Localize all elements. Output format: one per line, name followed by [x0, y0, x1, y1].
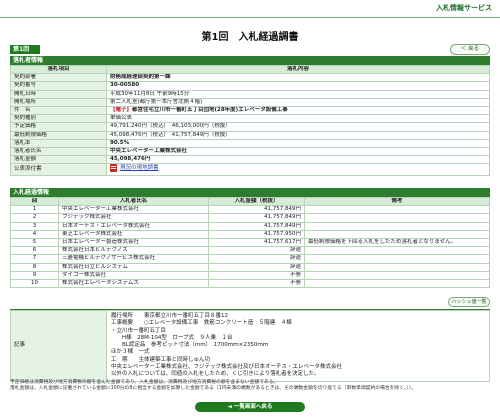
table-row: 件 名【電子】都営住宅立川市一番町五丁目団地(28年度)エレベータ設備工事: [10, 105, 490, 116]
table-header-row: 回 入札者氏名 入札金額（税抜） 備考: [10, 196, 490, 207]
back-to-list-button[interactable]: ◄ 一覧画面へ戻る: [195, 402, 305, 412]
row-label: 契約種別: [10, 114, 107, 124]
row-label: 公表添付書: [10, 163, 107, 177]
row-label: 予定価格: [10, 122, 107, 132]
section-winner-info: 落札者情報: [10, 56, 490, 65]
col-note: 備考: [304, 196, 490, 207]
row-value: 45,098,476円: [106, 155, 490, 165]
row-value: 45,098,476円（税込） 41,757,849円（税抜）: [106, 130, 490, 140]
bid-table: 回 入札者氏名 入札金額（税抜） 備考 1 中央エレベーター工業株式会社 41,75…: [10, 196, 490, 289]
table-row: 8 株式会社日立ビルシステム 辞退: [10, 262, 490, 272]
round-tab[interactable]: 第1回: [10, 45, 40, 54]
pdf-attachment-link[interactable]: 現況の現地調書: [110, 164, 159, 173]
table-header-row: 落札項目 落札内容: [10, 64, 490, 75]
table-row: 6 株式会社日本ビルテクノス 辞退: [10, 246, 490, 256]
col-bidder: 入札者氏名: [58, 196, 209, 207]
table-row: 落札者氏名 中央エレベーター工業株式会社: [10, 146, 490, 157]
table-row: 9 ダイコー株式会社 不参: [10, 270, 490, 280]
table-row: 3 日本オーチス・エレベータ株式会社 41,757,849円: [10, 221, 490, 231]
row-value: 90.5%: [106, 138, 490, 148]
table-row: 2 フジテック株式会社 41,757,849円: [10, 213, 490, 223]
row-value: 平成30年11月8日 午前9時15分: [106, 89, 490, 99]
page-title: 第1回 入札経過調書: [201, 32, 299, 43]
table-row: 契約部署 財務局経理部契約第一課: [10, 73, 490, 83]
row-value: 【電子】都営住宅立川市一番町五丁目団地(28年度)エレベータ設備工事: [106, 105, 490, 116]
table-row: 5 日本エレベーター製造株式会社 41,757,617円 最低制限価格を下回る入札をし…: [10, 237, 490, 248]
table-row: 10 株式会社エレベータシステムズ 不参: [10, 278, 490, 289]
row-label: 契約部署: [10, 73, 107, 83]
row-value: 単価公表: [106, 114, 490, 124]
col-round: 回: [10, 196, 59, 207]
table-row: 契約番号 30-00580: [10, 81, 490, 91]
table-row: 4 東芝エレベータ株式会社 41,757,950円: [10, 229, 490, 239]
table-row: 最低制限価格 45,098,476円（税込） 41,757,849円（税抜）: [10, 130, 490, 140]
notes-row: 記事 履行場所 東京都立川市一番町五丁目８番12 工事概要 ○エレベータ設備工事…: [10, 310, 490, 382]
row-label: 開札場所: [10, 97, 107, 107]
table-row: 公表添付書 現況の現地調書: [10, 163, 490, 177]
notes-content: 履行場所 東京都立川市一番町五丁目８番12 工事概要 ○エレベータ設備工事 鉄筋…: [106, 310, 490, 382]
col-item: 落札項目: [10, 64, 107, 75]
table-row: 開札場所 第二入札室(都庁第一本庁舎北側４階): [10, 97, 490, 107]
top-divider: [0, 17, 500, 18]
project-name: 都営住宅立川市一番町五丁目団地(28年度)エレベータ設備工事: [132, 107, 288, 114]
row-label: 契約番号: [10, 81, 107, 91]
notes-label: 記事: [10, 310, 107, 382]
row-label: 件 名: [10, 105, 107, 116]
table-row: 1 中央エレベーター工業株式会社 41,757,849円: [10, 205, 490, 215]
pdf-icon: [110, 164, 117, 173]
row-value: 財務局経理部契約第一課: [106, 73, 490, 83]
table-row: 予定価格 49,791,240円（税込） 46,103,000円（税抜）: [10, 122, 490, 132]
table-row: 開札日時 平成30年11月8日 午前9時15分: [10, 89, 490, 99]
section-bid-info: 入札経過情報: [10, 188, 490, 197]
row-value: 現況の現地調書: [106, 163, 490, 177]
table-row: 落札率 90.5%: [10, 138, 490, 148]
col-amount: 入札金額（税抜）: [208, 196, 305, 207]
row-label: 落札金額: [10, 155, 107, 165]
table-row: 7 三菱電機ビルテクノサービス株式会社 辞退: [10, 254, 490, 264]
row-value: 第二入札室(都庁第一本庁舎北側４階): [106, 97, 490, 107]
row-label: 最低制限価格: [10, 130, 107, 140]
hash-list-button[interactable]: ハッシュ値一覧: [448, 297, 490, 307]
row-value: 30-00580: [106, 81, 490, 91]
electronic-tag: 【電子】: [110, 107, 133, 114]
back-button[interactable]: ＜ 戻る: [450, 44, 490, 55]
notes-table: 記事 履行場所 東京都立川市一番町五丁目８番12 工事概要 ○エレベータ設備工事…: [10, 310, 490, 382]
col-content: 落札内容: [106, 64, 490, 75]
footnotes: 予定価格は消費税及び地方消費税の額を含んだ金額であり、入札金額は、消費税及び地方…: [10, 380, 490, 392]
row-label: 落札者氏名: [10, 146, 107, 157]
row-value: 49,791,240円（税込） 46,103,000円（税抜）: [106, 122, 490, 132]
row-label: 開札日時: [10, 89, 107, 99]
table-row: 契約種別 単価公表: [10, 114, 490, 124]
service-link[interactable]: 入札情報サービス: [436, 3, 492, 13]
row-value: 中央エレベーター工業株式会社: [106, 146, 490, 157]
row-label: 落札率: [10, 138, 107, 148]
winner-info-table: 落札項目 落札内容 契約部署 財務局経理部契約第一課 契約番号 30-00580 開…: [10, 64, 490, 177]
table-row: 落札金額 45,098,476円: [10, 155, 490, 165]
footnote: 落札金額は、入札金額に記載されている金額に100分の8に相当する金額を加算した金…: [10, 386, 417, 392]
